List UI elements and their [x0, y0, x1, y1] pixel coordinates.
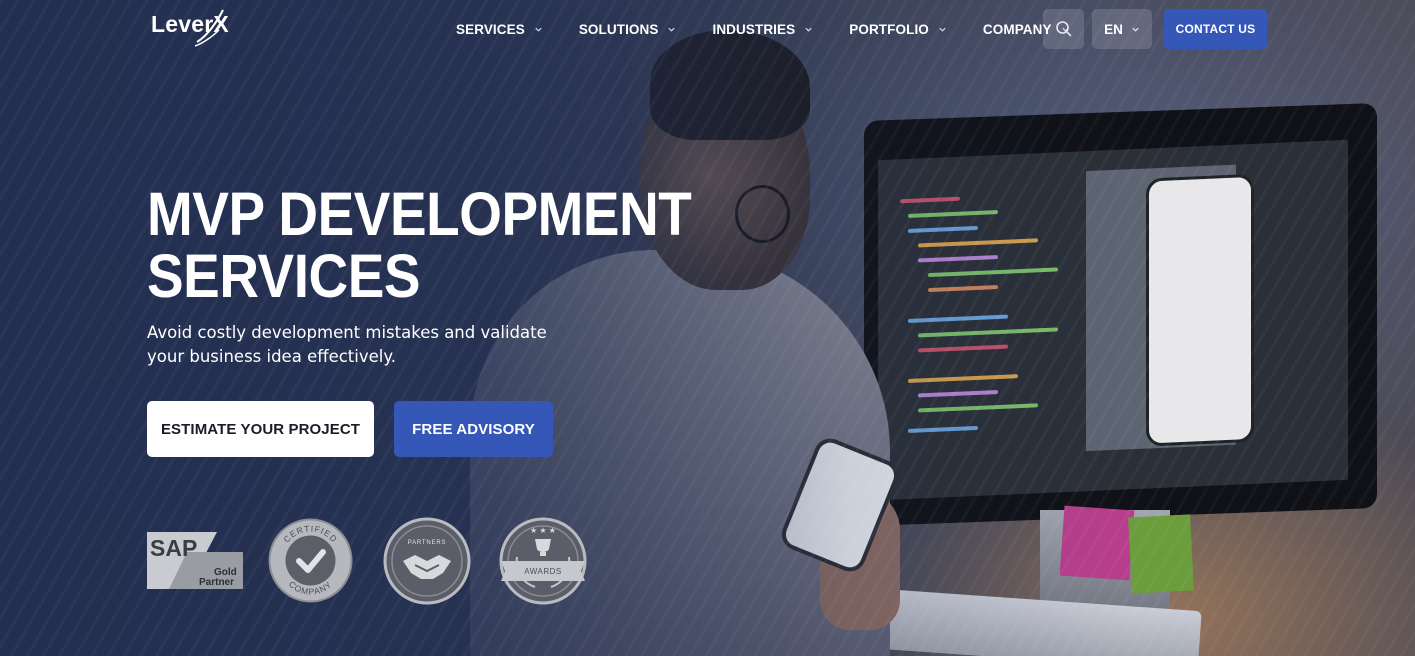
- hero-subtitle: Avoid costly development mistakes and va…: [147, 323, 547, 366]
- svg-text:★ ★ ★: ★ ★ ★: [530, 526, 556, 535]
- free-advisory-button[interactable]: FREE ADVISORY: [394, 401, 553, 457]
- nav-portfolio[interactable]: PORTFOLIO: [849, 22, 947, 37]
- chevron-down-icon: [1132, 27, 1139, 32]
- chevron-down-icon: [535, 27, 542, 32]
- sap-gold-partner-badge: SAP Gold Partner: [147, 532, 243, 589]
- nav-label: PORTFOLIO: [849, 22, 929, 37]
- language-label: EN: [1104, 21, 1123, 37]
- awards-badge: ★ ★ ★ AWARDS: [499, 517, 587, 605]
- search-button[interactable]: [1043, 9, 1084, 49]
- sap-partner-text: Partner: [199, 577, 234, 588]
- nav-industries[interactable]: INDUSTRIES: [712, 22, 813, 37]
- page-title: MVP DEVELOPMENT SERVICES: [147, 183, 705, 307]
- awards-text: AWARDS: [524, 567, 562, 576]
- sap-text: SAP: [150, 535, 197, 561]
- nav-label: COMPANY: [982, 22, 1052, 37]
- partners-text: PARTNERS: [408, 540, 447, 546]
- site-header: LeverX SERVICES SOLUTIONS INDUSTRIES POR…: [0, 0, 1415, 60]
- title-line-1: MVP DEVELOPMENT: [147, 180, 692, 248]
- nav-label: INDUSTRIES: [712, 22, 796, 37]
- nav-solutions[interactable]: SOLUTIONS: [579, 22, 677, 37]
- partners-badge: PARTNERS: [383, 517, 471, 605]
- estimate-project-button[interactable]: ESTIMATE YOUR PROJECT: [147, 401, 374, 457]
- logo-swoosh-icon: [194, 9, 224, 47]
- chevron-down-icon: [939, 27, 946, 32]
- nav-label: SERVICES: [456, 22, 525, 37]
- certified-company-badge: CERTIFIED COMPANY: [268, 518, 353, 603]
- nav-services[interactable]: SERVICES: [456, 22, 543, 37]
- main-nav: SERVICES SOLUTIONS INDUSTRIES PORTFOLIO …: [456, 22, 1070, 37]
- chevron-down-icon: [805, 27, 812, 32]
- nav-label: SOLUTIONS: [578, 22, 659, 37]
- contact-us-button[interactable]: CONTACT US: [1164, 9, 1267, 49]
- search-icon: [1055, 21, 1072, 37]
- title-line-2: SERVICES: [147, 242, 421, 310]
- language-selector[interactable]: EN: [1092, 9, 1152, 49]
- chevron-down-icon: [668, 27, 676, 32]
